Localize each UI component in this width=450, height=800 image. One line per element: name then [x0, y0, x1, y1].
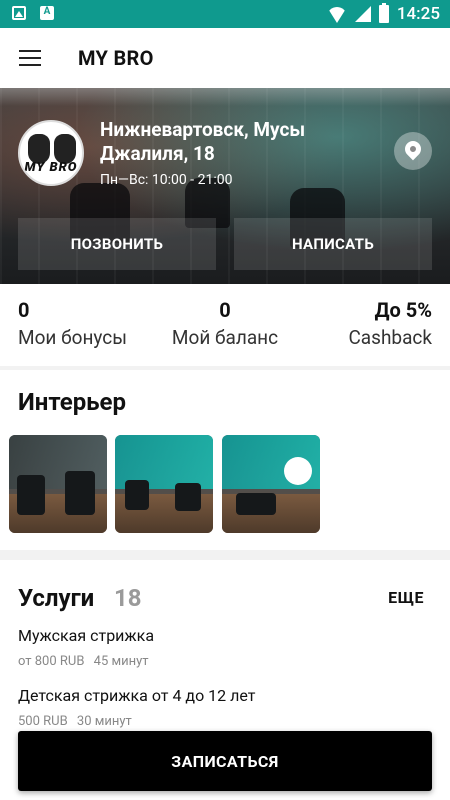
salon-logo: MY BRO	[18, 120, 84, 186]
photo-chair	[125, 480, 149, 510]
service-price: 500 RUB	[18, 714, 68, 729]
hamburger-icon	[19, 50, 41, 52]
map-button[interactable]	[394, 132, 432, 170]
notification-icons: A	[12, 6, 54, 20]
section-divider	[0, 550, 450, 560]
hero-background-lights	[0, 88, 450, 106]
cashback-stat[interactable]: До 5% Cashback	[348, 298, 432, 349]
call-button[interactable]: ПОЗВОНИТЬ	[18, 218, 216, 270]
app-bar: MY BRO	[0, 28, 450, 88]
photo-chair	[17, 475, 45, 515]
service-meta: от 800 RUB 45 минут	[18, 654, 149, 669]
service-name[interactable]: Мужская стрижка	[18, 626, 154, 645]
bonuses-value: 0	[18, 298, 30, 322]
book-appointment-button[interactable]: ЗАПИСАТЬСЯ	[18, 731, 432, 791]
interior-photo-3[interactable]	[222, 435, 320, 533]
location-pin-icon	[401, 137, 425, 161]
cashback-value: До 5%	[374, 298, 432, 322]
bonuses-label: Мои бонусы	[18, 326, 127, 349]
system-indicators: 14:25	[326, 3, 440, 24]
more-services-button[interactable]: ЕЩЕ	[388, 588, 424, 607]
balance-label: Мой баланс	[171, 326, 279, 349]
working-hours: Пн—Вс: 10:00 - 21:00	[100, 172, 233, 188]
image-notification-icon	[12, 6, 26, 20]
services-section-title: Услуги	[18, 584, 95, 612]
balance-value: 0	[219, 298, 231, 322]
service-duration: 30 минут	[76, 714, 132, 729]
salon-address: Нижневартовск, Мусы Джалиля, 18	[100, 118, 306, 165]
app-notification-icon: A	[40, 6, 54, 20]
section-divider	[0, 366, 450, 370]
services-count: 18	[114, 584, 142, 612]
status-bar: A 14:25	[0, 0, 450, 28]
interior-photo-1[interactable]	[9, 435, 107, 533]
write-button[interactable]: НАПИСАТЬ	[234, 218, 432, 270]
service-price: от 800 RUB	[18, 654, 85, 669]
app-title: MY BRO	[78, 46, 154, 70]
battery-icon	[378, 3, 389, 23]
photo-logo	[284, 457, 312, 485]
photo-chair	[65, 471, 95, 515]
wifi-icon	[326, 7, 347, 23]
salon-hero: MY BRO Нижневартовск, Мусы Джалиля, 18 П…	[0, 88, 450, 284]
photo-chair	[175, 483, 201, 511]
service-duration: 45 минут	[93, 654, 149, 669]
signal-icon	[354, 6, 371, 22]
service-meta: 500 RUB 30 минут	[18, 714, 132, 729]
bonuses-stat[interactable]: 0 Мои бонусы	[18, 298, 127, 349]
menu-button[interactable]	[0, 28, 60, 88]
balance-stat[interactable]: 0 Мой баланс	[170, 298, 280, 349]
hamburger-icon	[19, 57, 41, 59]
interior-section-title: Интерьер	[18, 388, 126, 416]
loyalty-stats: 0 Мои бонусы 0 Мой баланс До 5% Cashback	[0, 284, 450, 366]
photo-sofa	[236, 493, 276, 515]
logo-text: MY BRO	[24, 160, 78, 175]
status-time: 14:25	[396, 4, 440, 24]
hamburger-icon	[19, 64, 41, 66]
service-name[interactable]: Детская стрижка от 4 до 12 лет	[18, 686, 255, 705]
cashback-label: Cashback	[348, 326, 432, 349]
interior-photo-2[interactable]	[115, 435, 213, 533]
